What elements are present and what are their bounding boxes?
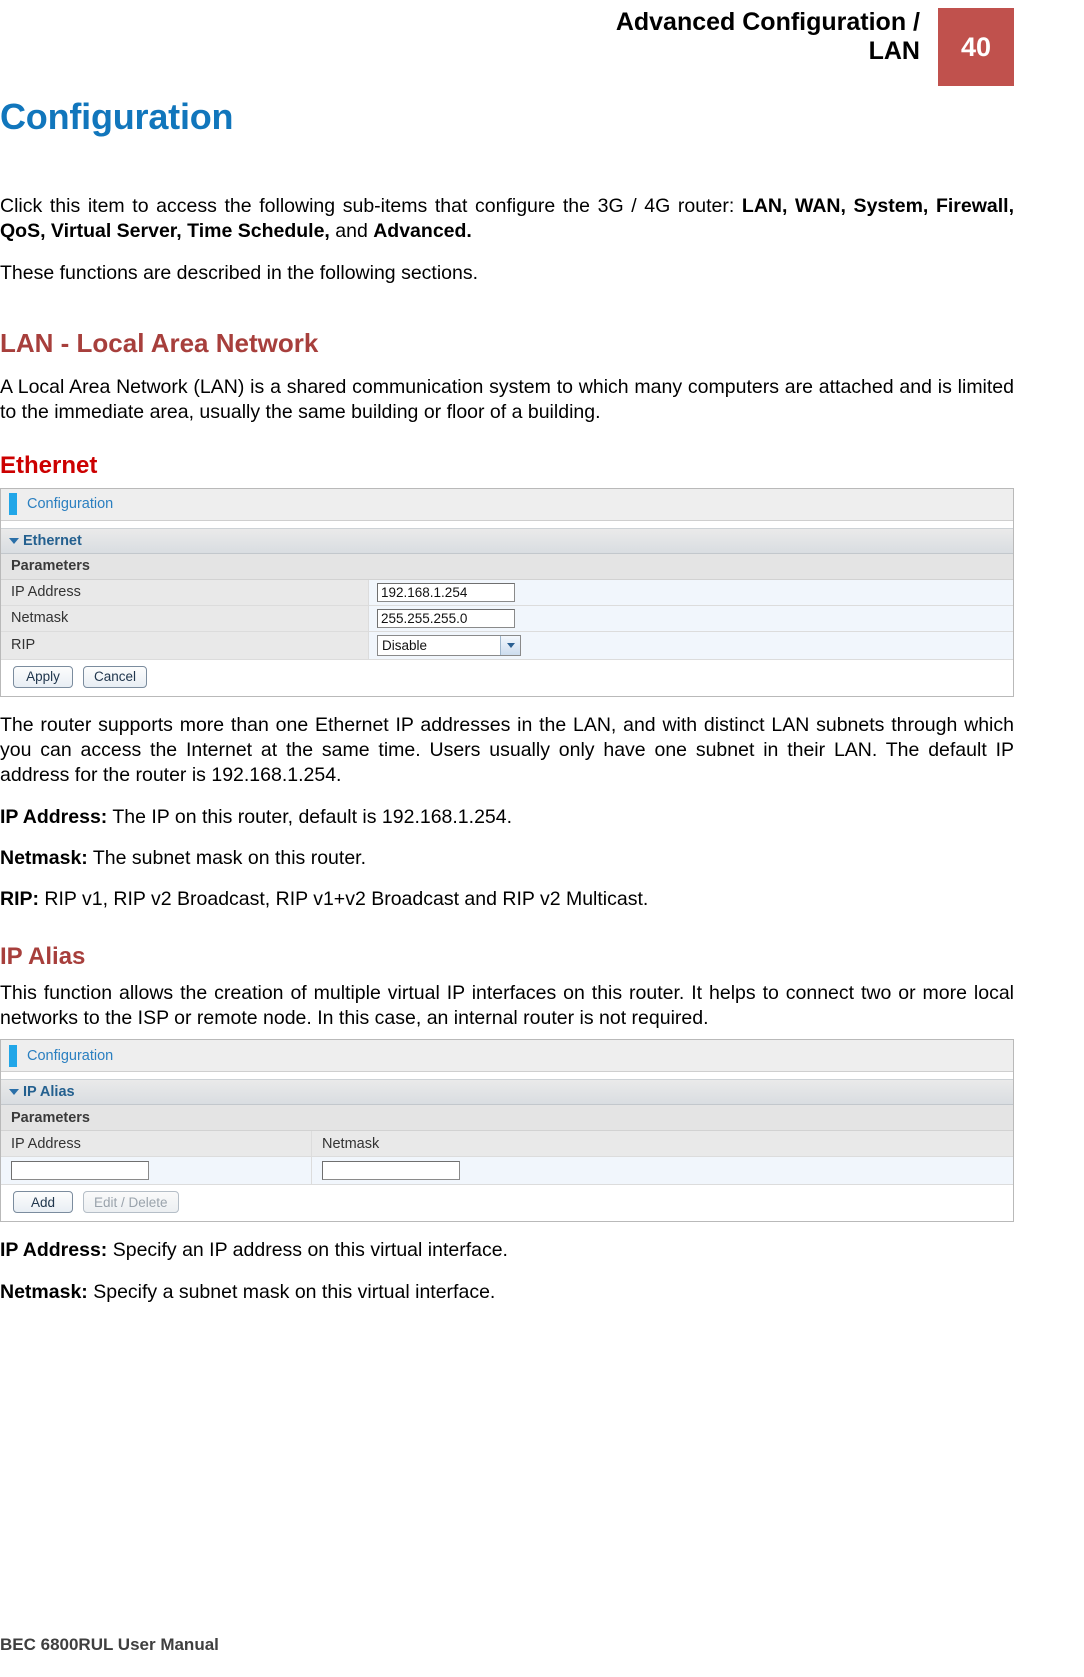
ipalias-config-panel: Configuration IP Alias Parameters IP Add… (0, 1039, 1014, 1223)
ipalias-netmask-input[interactable] (322, 1161, 460, 1181)
chevron-down-icon[interactable] (9, 537, 19, 544)
ipalias-button-bar: Add Edit / Delete (1, 1185, 1013, 1222)
ipalias-panel-titlebar: Configuration (1, 1040, 1013, 1073)
ip-address-input[interactable]: 192.168.1.254 (377, 582, 515, 602)
definition-term: Netmask: (0, 847, 88, 870)
definition-netmask: Netmask: The subnet mask on this router. (0, 846, 1014, 871)
heading-lan: LAN - Local Area Network (0, 328, 319, 359)
apply-button[interactable]: Apply (13, 665, 73, 688)
page-title: Configuration (0, 96, 234, 137)
definition-desc: RIP v1, RIP v2 Broadcast, RIP v1+v2 Broa… (39, 888, 649, 911)
panel-divider (1, 1072, 1013, 1080)
definition-term: RIP: (0, 888, 39, 911)
ethernet-config-panel: Configuration Ethernet Parameters IP Add… (0, 487, 1014, 697)
definition-desc: The IP on this router, default is 192.16… (107, 805, 513, 828)
definition-ipalias-ip-address: IP Address: Specify an IP address on thi… (0, 1238, 1014, 1263)
add-button[interactable]: Add (13, 1191, 73, 1214)
definition-desc: The subnet mask on this router. (87, 847, 367, 870)
ipalias-column-headers: IP Address Netmask (1, 1131, 1013, 1158)
ethernet-section-label: Ethernet (23, 532, 82, 549)
edit-delete-button[interactable]: Edit / Delete (83, 1191, 179, 1214)
ip-address-label: IP Address (11, 584, 81, 601)
lan-paragraph: A Local Area Network (LAN) is a shared c… (0, 376, 1014, 424)
page-header: Advanced Configuration / LAN 40 (0, 0, 1014, 86)
ethernet-panel-titlebar: Configuration (1, 488, 1013, 521)
header-breadcrumb-title: Advanced Configuration / LAN (615, 8, 920, 65)
ipalias-panel-title: Configuration (27, 1047, 114, 1064)
rip-field-cell: Disable (368, 631, 1013, 659)
ipalias-ip-address-input[interactable] (11, 1161, 149, 1181)
heading-ethernet: Ethernet (0, 451, 98, 479)
table-row: RIP Disable (1, 631, 1013, 660)
netmask-input[interactable]: 255.255.255.0 (377, 608, 515, 628)
rip-select[interactable]: Disable (377, 634, 521, 656)
page-content: Configuration Click this item to access … (0, 96, 1014, 1654)
ip-address-field-cell: 192.168.1.254 (368, 579, 1013, 605)
rip-label: RIP (11, 637, 36, 654)
page-number-badge: 40 (938, 8, 1014, 86)
ipalias-input-row (1, 1157, 1013, 1186)
definition-rip: RIP: RIP v1, RIP v2 Broadcast, RIP v1+v2… (0, 887, 1014, 912)
accent-bar-icon (9, 493, 17, 516)
ipalias-netmask-cell (311, 1157, 1013, 1185)
chevron-down-icon[interactable] (9, 1089, 19, 1096)
netmask-field-cell: 255.255.255.0 (368, 605, 1013, 631)
intro-bold-advanced: Advanced. (373, 220, 472, 243)
ipalias-section-label: IP Alias (23, 1084, 75, 1101)
accent-bar-icon (9, 1044, 17, 1067)
ethernet-panel-title: Configuration (27, 496, 114, 513)
panel-divider (1, 520, 1013, 528)
intro-lead-text: Click this item to access the following … (0, 195, 742, 217)
ipalias-section-header[interactable]: IP Alias (1, 1079, 1013, 1106)
page-footer: BEC 6800RUL User Manual (0, 1635, 219, 1654)
rip-select-value: Disable (382, 637, 428, 653)
ipalias-paragraph: This function allows the creation of mul… (0, 981, 1014, 1030)
column-header-ip-address: IP Address (11, 1135, 81, 1152)
ipalias-parameters-subhead: Parameters (1, 1105, 1013, 1132)
table-row: IP Address 192.168.1.254 (1, 579, 1013, 606)
chevron-down-icon[interactable] (500, 635, 520, 655)
manual-page: Advanced Configuration / LAN 40 Configur… (0, 0, 1084, 1677)
netmask-label: Netmask (11, 610, 69, 627)
ipalias-ip-cell (1, 1157, 311, 1184)
ethernet-paragraph: The router supports more than one Ethern… (0, 713, 1014, 787)
definition-desc: Specify a subnet mask on this virtual in… (87, 1280, 496, 1303)
table-row: Netmask 255.255.255.0 (1, 605, 1013, 632)
definition-desc: Specify an IP address on this virtual in… (107, 1239, 508, 1262)
intro-paragraph-2: These functions are described in the fol… (0, 261, 479, 284)
intro-mid-text: and (329, 220, 374, 243)
ethernet-parameters-subhead: Parameters (1, 553, 1013, 580)
definition-term: IP Address: (0, 1239, 108, 1262)
ethernet-button-bar: Apply Cancel (1, 659, 1013, 696)
column-header-netmask: Netmask (311, 1131, 1013, 1157)
intro-paragraph-1: Click this item to access the following … (0, 194, 1014, 245)
definition-term: Netmask: (0, 1280, 88, 1303)
definition-ip-address: IP Address: The IP on this router, defau… (0, 805, 1014, 830)
definition-term: IP Address: (0, 805, 108, 828)
ethernet-section-header[interactable]: Ethernet (1, 527, 1013, 554)
cancel-button[interactable]: Cancel (83, 665, 148, 688)
heading-ip-alias: IP Alias (0, 942, 86, 970)
definition-ipalias-netmask: Netmask: Specify a subnet mask on this v… (0, 1280, 1014, 1305)
